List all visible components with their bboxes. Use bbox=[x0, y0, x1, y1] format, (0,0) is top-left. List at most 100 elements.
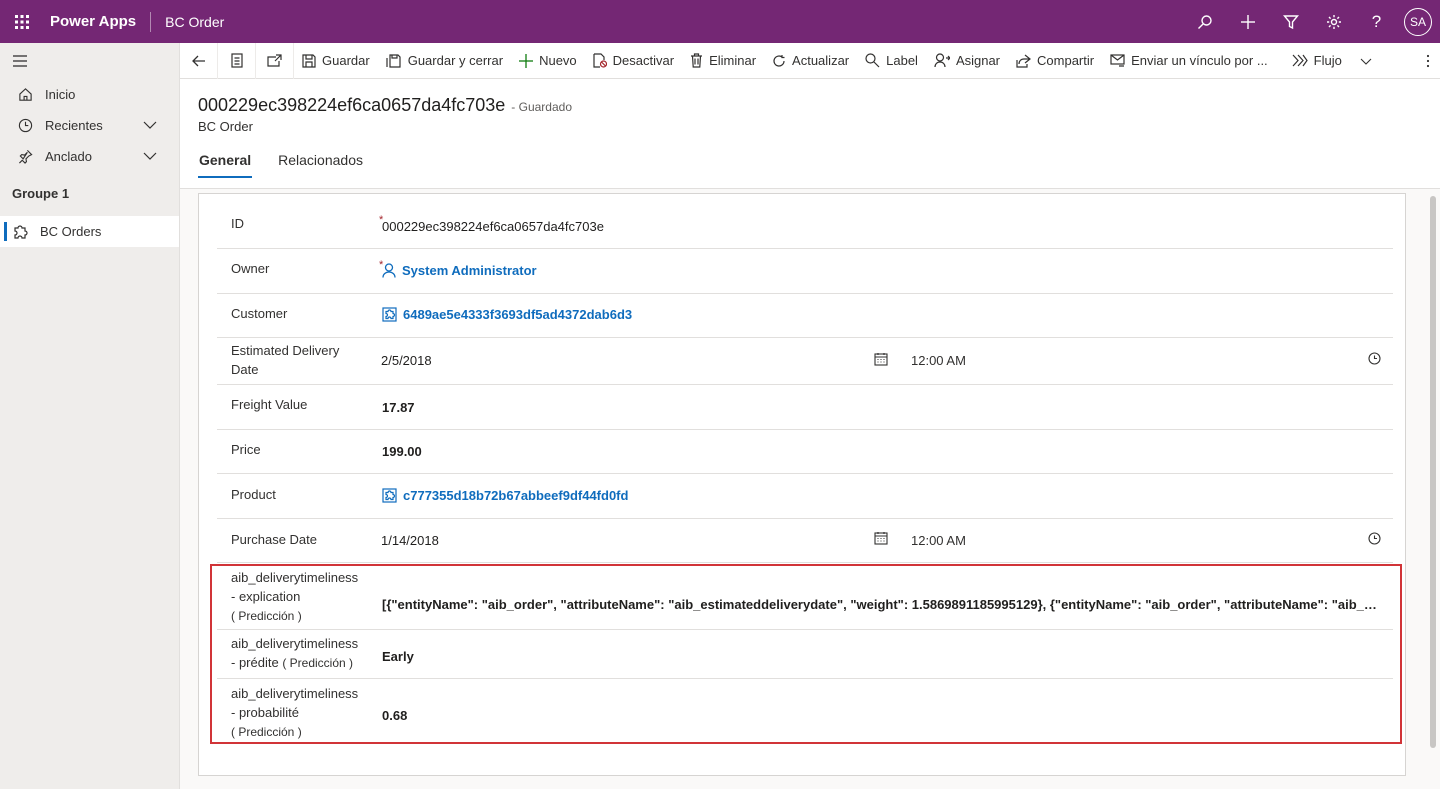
field-label-line: aib_deliverytimeliness bbox=[231, 570, 359, 585]
email-link-icon bbox=[1110, 54, 1125, 67]
label-label: Label bbox=[886, 53, 918, 68]
save-button[interactable]: Guardar bbox=[294, 43, 378, 79]
filter-button[interactable] bbox=[1269, 0, 1312, 43]
more-commands-button[interactable] bbox=[1426, 43, 1430, 79]
delete-label: Eliminar bbox=[709, 53, 757, 68]
question-icon: ? bbox=[1371, 11, 1382, 31]
sidebar-item-label: Recientes bbox=[45, 118, 103, 133]
refresh-button[interactable]: Actualizar bbox=[764, 43, 857, 79]
field-label: ID bbox=[231, 216, 244, 231]
estimated-delivery-date-input[interactable]: 2/5/2018 bbox=[381, 353, 432, 368]
sitemap-toggle[interactable] bbox=[0, 43, 179, 79]
customer-lookup-link[interactable]: 6489ae5e4333f3693df5ad4372dab6d3 bbox=[382, 307, 632, 322]
app-name[interactable]: Power Apps bbox=[50, 11, 152, 32]
app-launcher-button[interactable] bbox=[0, 0, 43, 43]
waffle-icon bbox=[14, 14, 29, 29]
chevron-down-icon[interactable] bbox=[143, 118, 157, 132]
chevron-down-icon bbox=[1360, 58, 1372, 65]
assign-label: Asignar bbox=[955, 53, 1001, 68]
prediction-tag: ( Predicción ) bbox=[231, 725, 302, 739]
product-lookup-link[interactable]: c777355d18b72b67abbeef9df44fd0fd bbox=[382, 488, 628, 503]
save-and-close-button[interactable]: Guardar y cerrar bbox=[378, 43, 511, 79]
settings-button[interactable] bbox=[1312, 0, 1355, 43]
popout-icon bbox=[267, 54, 282, 67]
field-label: Owner bbox=[231, 261, 270, 276]
deactivate-button[interactable]: Desactivar bbox=[585, 43, 682, 79]
deactivate-label: Desactivar bbox=[612, 53, 675, 68]
field-label: aib_deliverytimeliness - probabilité ( P… bbox=[231, 684, 361, 742]
estimated-delivery-time-input[interactable]: 12:00 AM bbox=[911, 353, 966, 368]
command-bar: Guardar Guardar y cerrar Nuevo Desactiva… bbox=[180, 42, 1440, 79]
field-row-freight: Freight Value 17.87 bbox=[217, 385, 1393, 430]
refresh-label: Actualizar bbox=[792, 53, 850, 68]
sidebar-item-label: Anclado bbox=[45, 149, 92, 164]
explication-field[interactable]: [{"entityName": "aib_order", "attributeN… bbox=[382, 597, 1382, 612]
record-entity-name: BC Order bbox=[198, 119, 253, 134]
tab-general[interactable]: General bbox=[198, 152, 253, 178]
form-body: ID * 000229ec398224ef6ca0657da4fc703e Ow… bbox=[180, 190, 1440, 789]
field-label-line: Estimated Delivery bbox=[231, 343, 340, 358]
new-button[interactable] bbox=[1226, 0, 1269, 43]
prediction-tag: ( Predicción ) bbox=[282, 656, 354, 670]
field-row-predite: aib_deliverytimeliness - prédite ( Predi… bbox=[217, 630, 1393, 679]
share-button[interactable]: Compartir bbox=[1008, 43, 1102, 79]
sidebar-item-inicio[interactable]: Inicio bbox=[0, 79, 179, 110]
purchase-date-input[interactable]: 1/14/2018 bbox=[381, 533, 439, 548]
more-vertical-icon bbox=[1426, 54, 1430, 68]
owner-lookup-link[interactable]: System Administrator bbox=[382, 263, 537, 278]
field-label: Purchase Date bbox=[231, 532, 317, 547]
field-row-customer: Customer 6489ae5e4333f3693df5ad4372dab6d… bbox=[217, 294, 1393, 338]
probabilite-field[interactable]: 0.68 bbox=[382, 708, 407, 723]
field-row-price: Price 199.00 bbox=[217, 430, 1393, 474]
open-new-window-button[interactable] bbox=[256, 42, 294, 79]
hamburger-icon bbox=[13, 55, 27, 67]
predite-field[interactable]: Early bbox=[382, 649, 414, 664]
chevron-down-icon[interactable] bbox=[143, 149, 157, 163]
email-link-button[interactable]: Enviar un vínculo por ... bbox=[1102, 43, 1276, 79]
label-button[interactable]: Label bbox=[857, 43, 926, 79]
freight-value-field[interactable]: 17.87 bbox=[382, 400, 415, 415]
clock-icon[interactable] bbox=[1368, 532, 1381, 545]
user-avatar[interactable]: SA bbox=[1404, 7, 1432, 36]
app-header-bar: Power Apps BC Order ? SA bbox=[0, 0, 1440, 43]
search-button[interactable] bbox=[1183, 0, 1226, 43]
field-row-explication: aib_deliverytimeliness - explication ( P… bbox=[217, 563, 1393, 630]
assign-button[interactable]: Asignar bbox=[926, 43, 1008, 79]
record-header: 000229ec398224ef6ca0657da4fc703e - Guarda… bbox=[180, 79, 1440, 189]
calendar-icon[interactable] bbox=[874, 531, 888, 545]
arrow-left-icon bbox=[191, 55, 205, 66]
owner-value: System Administrator bbox=[402, 263, 537, 278]
price-field[interactable]: 199.00 bbox=[382, 444, 422, 459]
sidebar-item-anclado[interactable]: Anclado bbox=[0, 141, 179, 172]
flow-icon bbox=[1292, 54, 1308, 67]
form-view-button[interactable] bbox=[218, 42, 256, 79]
field-label-line: aib_deliverytimeliness bbox=[231, 686, 359, 701]
refresh-icon bbox=[773, 54, 785, 67]
email-link-label: Enviar un vínculo por ... bbox=[1131, 53, 1268, 68]
magnifier-icon bbox=[865, 53, 880, 68]
sidebar: Inicio Recientes Anclado Groupe 1 BC Ord… bbox=[0, 43, 180, 789]
save-close-icon bbox=[386, 53, 401, 68]
field-label: Estimated Delivery Date bbox=[231, 341, 361, 379]
field-label: Freight Value bbox=[231, 397, 308, 412]
calendar-icon[interactable] bbox=[874, 352, 888, 366]
back-button[interactable] bbox=[180, 42, 218, 79]
prediction-tag: ( Predicción ) bbox=[231, 609, 302, 623]
purchase-time-input[interactable]: 12:00 AM bbox=[911, 533, 966, 548]
sidebar-item-label: BC Orders bbox=[40, 224, 102, 239]
id-field[interactable]: 000229ec398224ef6ca0657da4fc703e bbox=[382, 219, 604, 234]
tab-relacionados[interactable]: Relacionados bbox=[278, 152, 363, 178]
field-label-line: Date bbox=[231, 362, 259, 377]
user-icon bbox=[382, 263, 396, 278]
field-label: Customer bbox=[231, 306, 288, 321]
help-button[interactable]: ? bbox=[1355, 0, 1398, 43]
flow-button[interactable]: Flujo bbox=[1284, 43, 1386, 79]
clock-icon[interactable] bbox=[1368, 352, 1381, 365]
sidebar-item-recientes[interactable]: Recientes bbox=[0, 110, 179, 141]
new-record-button[interactable]: Nuevo bbox=[511, 43, 585, 79]
save-icon bbox=[302, 53, 316, 68]
delete-button[interactable]: Eliminar bbox=[682, 43, 764, 79]
scrollbar[interactable] bbox=[1430, 196, 1436, 748]
field-label: aib_deliverytimeliness - prédite ( Predi… bbox=[231, 634, 391, 673]
sidebar-item-bc-orders[interactable]: BC Orders bbox=[0, 216, 179, 247]
